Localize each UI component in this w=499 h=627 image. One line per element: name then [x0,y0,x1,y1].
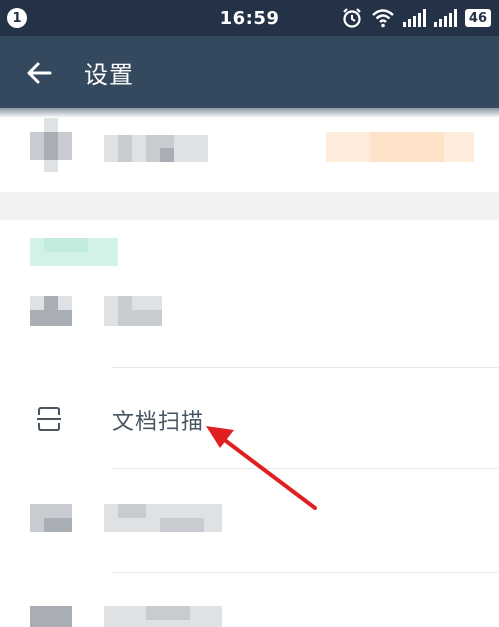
signal-icon [402,9,426,27]
list-divider [112,468,499,469]
scan-frame-icon [37,407,61,431]
list-divider [112,572,499,573]
status-icons: 46 [341,7,491,29]
menu-item-document-scan[interactable]: 文档扫描 [0,370,499,466]
section-divider [0,192,499,220]
menu-item-label: 文档扫描 [112,410,205,435]
alarm-icon [343,8,361,28]
app-bar-shadow [0,108,499,118]
wifi-icon [372,9,394,28]
page-title: 设置 [84,61,134,89]
signal-icon [433,9,457,27]
arrow-left-icon[interactable] [24,58,54,88]
app-bar: 设置 [0,36,499,108]
list-divider [112,367,499,368]
battery-icon: 46 [464,9,491,27]
status-bar: 1 16:59 46 [0,0,499,36]
